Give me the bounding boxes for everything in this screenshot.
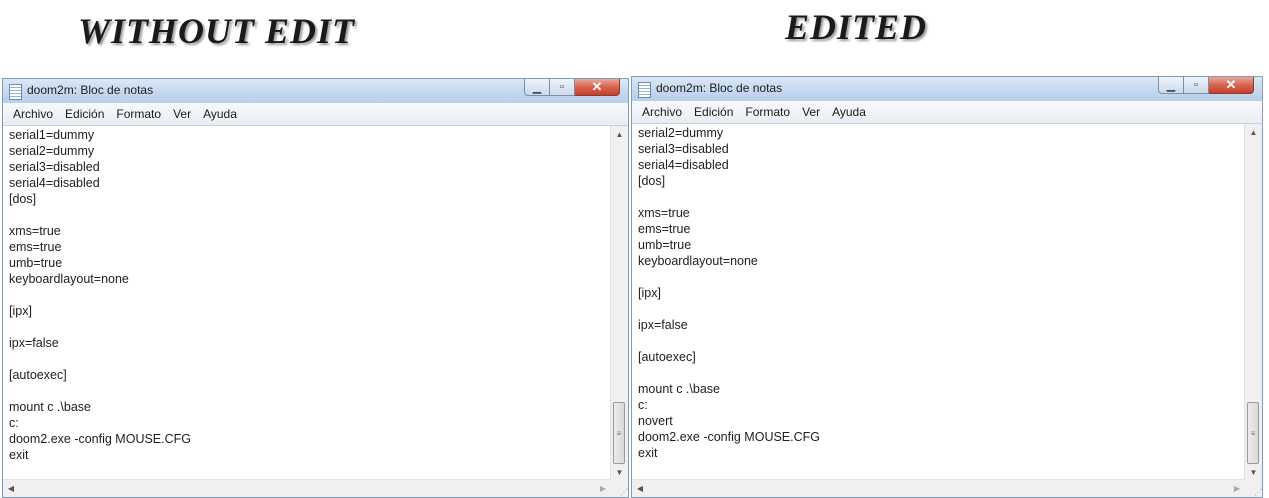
text-editor[interactable]: serial2=dummy serial3=disabled serial4=d… bbox=[632, 124, 1245, 480]
title-bar[interactable]: doom2m: Bloc de notas ▁ ▫ ✕ bbox=[3, 79, 628, 103]
menu-formato[interactable]: Formato bbox=[739, 103, 796, 121]
menu-ver[interactable]: Ver bbox=[167, 105, 197, 123]
resize-grip-icon[interactable]: ⋰ bbox=[611, 480, 628, 497]
menu-archivo[interactable]: Archivo bbox=[636, 103, 688, 121]
minimize-icon: ▁ bbox=[532, 81, 542, 94]
menu-ayuda[interactable]: Ayuda bbox=[197, 105, 243, 123]
notepad-window-edited[interactable]: doom2m: Bloc de notas ▁ ▫ ✕ Archivo Edic… bbox=[631, 76, 1263, 498]
file-content[interactable]: serial2=dummy serial3=disabled serial4=d… bbox=[632, 124, 1245, 461]
menu-formato[interactable]: Formato bbox=[110, 105, 167, 123]
file-content[interactable]: serial1=dummy serial2=dummy serial3=disa… bbox=[3, 126, 611, 463]
close-icon: ✕ bbox=[591, 79, 603, 94]
vertical-scrollbar[interactable]: ▲ ≡ ▼ bbox=[610, 126, 628, 480]
scroll-thumb[interactable]: ≡ bbox=[1247, 402, 1259, 464]
caption-edited: EDITED bbox=[785, 7, 928, 47]
minimize-icon: ▁ bbox=[1166, 79, 1176, 92]
menu-edicion[interactable]: Edición bbox=[688, 103, 739, 121]
notepad-window-original[interactable]: doom2m: Bloc de notas ▁ ▫ ✕ Archivo Edic… bbox=[2, 78, 629, 498]
horizontal-scrollbar[interactable]: ◀ ▶ bbox=[3, 479, 611, 497]
scroll-down-icon[interactable]: ▼ bbox=[1245, 464, 1262, 480]
horizontal-scrollbar[interactable]: ◀ ▶ bbox=[632, 479, 1245, 497]
caption-without-edit: WITHOUT EDIT bbox=[78, 11, 356, 51]
window-title: doom2m: Bloc de notas bbox=[27, 83, 154, 97]
maximize-icon: ▫ bbox=[560, 81, 564, 93]
menu-ayuda[interactable]: Ayuda bbox=[826, 103, 872, 121]
menu-bar: Archivo Edición Formato Ver Ayuda bbox=[3, 103, 628, 126]
vertical-scrollbar[interactable]: ▲ ≡ ▼ bbox=[1244, 124, 1262, 480]
scroll-thumb[interactable]: ≡ bbox=[613, 402, 625, 464]
close-button[interactable]: ✕ bbox=[575, 79, 620, 96]
window-title: doom2m: Bloc de notas bbox=[656, 81, 783, 95]
notepad-icon bbox=[638, 82, 651, 98]
scroll-left-icon[interactable]: ◀ bbox=[632, 480, 648, 496]
maximize-icon: ▫ bbox=[1194, 79, 1198, 91]
menu-archivo[interactable]: Archivo bbox=[7, 105, 59, 123]
maximize-button[interactable]: ▫ bbox=[550, 79, 575, 96]
scroll-down-icon[interactable]: ▼ bbox=[611, 464, 628, 480]
resize-grip-icon[interactable]: ⋰ bbox=[1245, 480, 1262, 497]
minimize-button[interactable]: ▁ bbox=[1158, 77, 1184, 94]
notepad-icon bbox=[9, 84, 22, 100]
scroll-up-icon[interactable]: ▲ bbox=[611, 126, 628, 142]
menu-bar: Archivo Edición Formato Ver Ayuda bbox=[632, 101, 1262, 124]
menu-edicion[interactable]: Edición bbox=[59, 105, 110, 123]
scroll-right-icon[interactable]: ▶ bbox=[595, 480, 611, 496]
text-editor[interactable]: serial1=dummy serial2=dummy serial3=disa… bbox=[3, 126, 611, 480]
scroll-left-icon[interactable]: ◀ bbox=[3, 480, 19, 496]
scroll-right-icon[interactable]: ▶ bbox=[1229, 480, 1245, 496]
maximize-button[interactable]: ▫ bbox=[1184, 77, 1209, 94]
scroll-up-icon[interactable]: ▲ bbox=[1245, 124, 1262, 140]
close-button[interactable]: ✕ bbox=[1209, 77, 1254, 94]
minimize-button[interactable]: ▁ bbox=[524, 79, 550, 96]
menu-ver[interactable]: Ver bbox=[796, 103, 826, 121]
close-icon: ✕ bbox=[1225, 77, 1237, 92]
title-bar[interactable]: doom2m: Bloc de notas ▁ ▫ ✕ bbox=[632, 77, 1262, 101]
